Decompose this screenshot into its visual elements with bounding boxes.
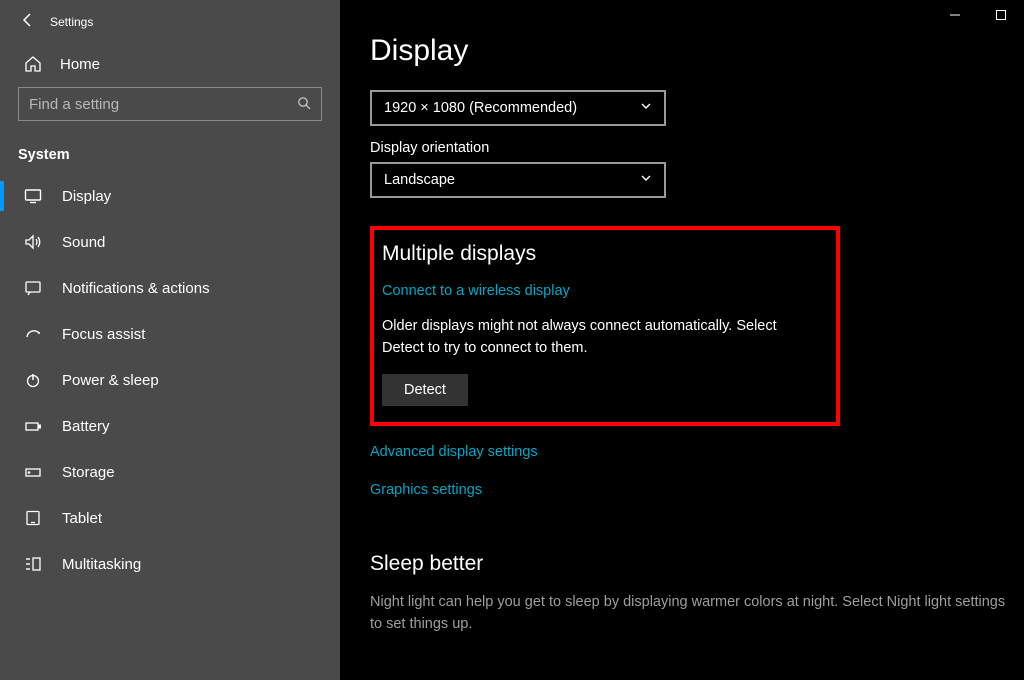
sidebar-item-label: Storage — [62, 464, 115, 481]
sidebar: Settings Home System Display — [0, 0, 340, 680]
titlebar-left: Settings — [0, 6, 340, 39]
sidebar-nav: Display Sound Notifications & actions Fo… — [0, 173, 340, 587]
sidebar-item-storage[interactable]: Storage — [0, 449, 340, 495]
chevron-down-icon — [640, 172, 652, 188]
resolution-select[interactable]: 1920 × 1080 (Recommended) — [370, 90, 666, 126]
home-label: Home — [60, 56, 100, 73]
sidebar-item-label: Power & sleep — [62, 372, 159, 389]
sleep-better-heading: Sleep better — [370, 552, 1008, 576]
resolution-value: 1920 × 1080 (Recommended) — [384, 100, 577, 116]
sidebar-item-label: Sound — [62, 234, 105, 251]
search-box[interactable] — [18, 87, 322, 121]
sound-icon — [24, 233, 44, 251]
graphics-settings-link[interactable]: Graphics settings — [370, 482, 1008, 498]
sidebar-item-tablet[interactable]: Tablet — [0, 495, 340, 541]
sidebar-section-label: System — [0, 133, 340, 173]
sidebar-item-label: Focus assist — [62, 326, 145, 343]
home-icon — [24, 55, 42, 73]
sidebar-item-battery[interactable]: Battery — [0, 403, 340, 449]
sidebar-item-label: Multitasking — [62, 556, 141, 573]
sidebar-item-power-sleep[interactable]: Power & sleep — [0, 357, 340, 403]
search-icon — [297, 96, 311, 113]
display-icon — [24, 187, 44, 205]
sidebar-item-label: Battery — [62, 418, 110, 435]
multiple-displays-highlight: Multiple displays Connect to a wireless … — [370, 226, 840, 426]
sidebar-item-sound[interactable]: Sound — [0, 219, 340, 265]
connect-wireless-display-link[interactable]: Connect to a wireless display — [382, 283, 570, 299]
search-input[interactable] — [29, 96, 297, 113]
page-title: Display — [370, 34, 1008, 68]
sidebar-item-multitasking[interactable]: Multitasking — [0, 541, 340, 587]
detect-help-text: Older displays might not always connect … — [382, 315, 822, 360]
sleep-better-description: Night light can help you get to sleep by… — [370, 592, 1008, 636]
detect-button[interactable]: Detect — [382, 374, 468, 406]
tablet-icon — [24, 509, 44, 527]
notifications-icon — [24, 279, 44, 297]
window-title: Settings — [50, 15, 93, 29]
orientation-select[interactable]: Landscape — [370, 162, 666, 198]
sidebar-item-label: Notifications & actions — [62, 280, 210, 297]
maximize-button[interactable] — [978, 0, 1024, 30]
orientation-value: Landscape — [384, 172, 455, 188]
sidebar-item-label: Display — [62, 188, 111, 205]
sidebar-item-notifications[interactable]: Notifications & actions — [0, 265, 340, 311]
content: Display 1920 × 1080 (Recommended) Displa… — [340, 0, 1024, 680]
battery-icon — [24, 417, 44, 435]
sidebar-home[interactable]: Home — [0, 39, 340, 87]
multitasking-icon — [24, 555, 44, 573]
chevron-down-icon — [640, 100, 652, 116]
orientation-label: Display orientation — [370, 140, 1008, 156]
sidebar-item-display[interactable]: Display — [0, 173, 340, 219]
back-icon[interactable] — [20, 12, 36, 31]
storage-icon — [24, 463, 44, 481]
power-icon — [24, 371, 44, 389]
advanced-display-settings-link[interactable]: Advanced display settings — [370, 444, 1008, 460]
multiple-displays-heading: Multiple displays — [382, 242, 826, 266]
focus-assist-icon — [24, 325, 44, 343]
sidebar-item-label: Tablet — [62, 510, 102, 527]
sidebar-item-focus-assist[interactable]: Focus assist — [0, 311, 340, 357]
minimize-button[interactable] — [932, 0, 978, 30]
window-controls — [932, 0, 1024, 30]
